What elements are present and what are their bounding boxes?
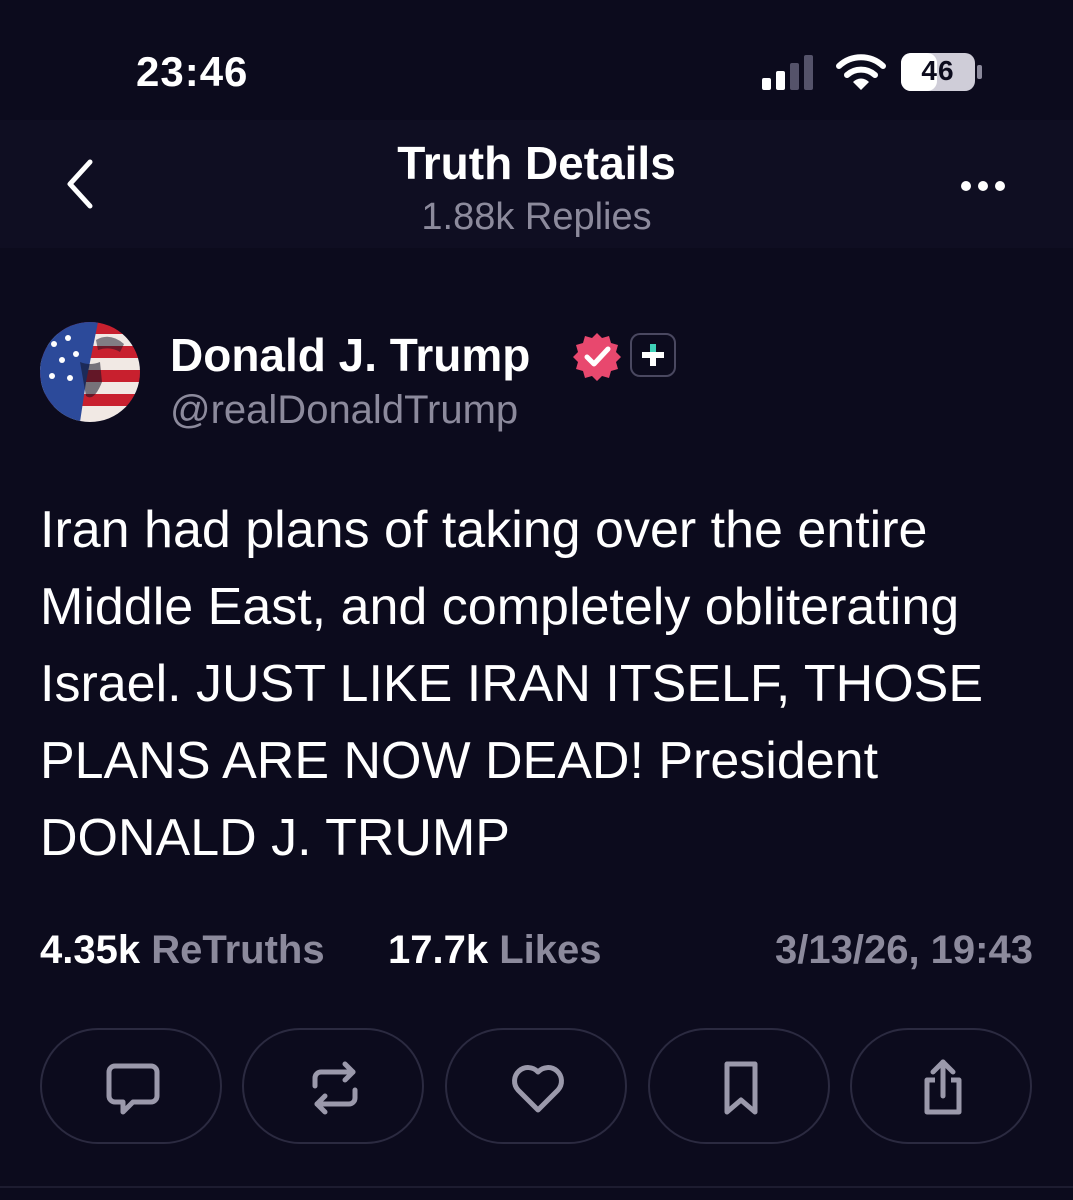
- likes-stat[interactable]: 17.7k Likes: [388, 928, 602, 973]
- status-time: 23:46: [136, 48, 249, 95]
- retruths-count: 4.35k: [40, 928, 141, 972]
- likes-label: Likes: [499, 928, 602, 972]
- share-icon: [924, 1059, 962, 1115]
- likes-count: 17.7k: [388, 928, 489, 972]
- divider: [0, 1186, 1073, 1188]
- author-handle[interactable]: @realDonaldTrump: [170, 388, 518, 433]
- verified-icon: [573, 333, 621, 381]
- signal-icon: [762, 55, 813, 90]
- retruth-icon: [312, 1061, 358, 1115]
- post-stats: 4.35k ReTruths 17.7k Likes 3/13/26, 19:4…: [40, 928, 1033, 978]
- bookmark-button[interactable]: [648, 1028, 830, 1144]
- status-bar: 23:46 46: [0, 0, 1073, 120]
- reply-count: 1.88k Replies: [421, 196, 652, 238]
- page-title: Truth Details: [397, 137, 676, 189]
- wifi-icon: [836, 54, 886, 90]
- battery-level: 46: [921, 55, 955, 86]
- retruths-stat[interactable]: 4.35k ReTruths: [40, 928, 325, 973]
- retruth-button[interactable]: [242, 1028, 424, 1144]
- plus-icon: [642, 344, 664, 366]
- post-text: Iran had plans of taking over the entire…: [40, 501, 984, 867]
- more-horizontal-icon[interactable]: [952, 166, 1012, 206]
- share-button[interactable]: [850, 1028, 1032, 1144]
- avatar[interactable]: [40, 322, 140, 422]
- author-name[interactable]: Donald J. Trump: [170, 328, 530, 382]
- retruths-label: ReTruths: [151, 928, 325, 972]
- reply-icon: [106, 1063, 160, 1115]
- bookmark-icon: [724, 1061, 758, 1115]
- post-date: 3/13/26, 19:43: [775, 928, 1033, 972]
- avatar-image: [40, 322, 140, 422]
- heart-icon: [512, 1065, 564, 1113]
- header-bar: Truth Details 1.88k Replies: [0, 120, 1073, 248]
- like-button[interactable]: [445, 1028, 627, 1144]
- reply-button[interactable]: [40, 1028, 222, 1144]
- plus-badge: [630, 333, 676, 377]
